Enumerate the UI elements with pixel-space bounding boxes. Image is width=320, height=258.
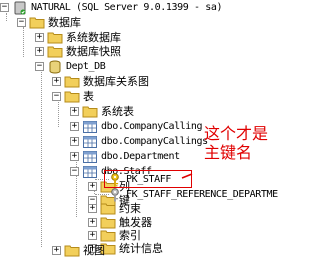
databases-label: 数据库 (48, 15, 81, 29)
folder-icon (47, 45, 63, 59)
server-icon (12, 1, 28, 15)
expand-toggle[interactable]: + (88, 182, 97, 191)
collapse-toggle[interactable]: − (52, 92, 61, 101)
snapshots-label: 数据库快照 (66, 44, 121, 58)
tree-node-databases[interactable]: − 数据库 (17, 15, 81, 30)
tree-node-diagrams[interactable]: + 数据库关系图 (52, 74, 149, 89)
annotation-text-line-2: 主键名 (204, 143, 253, 162)
annotation-highlight-box (104, 170, 192, 188)
collapse-toggle[interactable]: − (70, 167, 79, 176)
tree-node-system-databases[interactable]: + 系统数据库 (35, 30, 121, 45)
diagrams-label: 数据库关系图 (83, 74, 149, 88)
table-icon (82, 120, 98, 134)
tree-node-snapshots[interactable]: + 数据库快照 (35, 44, 121, 59)
expand-toggle[interactable]: + (52, 77, 61, 86)
table-icon (82, 135, 98, 149)
database-icon (47, 60, 63, 74)
table-label: dbo.CompanyCalling (101, 120, 203, 132)
tree-line (41, 67, 42, 247)
table-icon (82, 165, 98, 179)
collapse-toggle[interactable]: − (17, 18, 26, 27)
tree-node-views[interactable]: + 视图 (52, 243, 105, 258)
statistics-label: 统计信息 (119, 241, 163, 255)
expand-toggle[interactable]: + (70, 107, 79, 116)
object-explorer-tree: − NATURAL (SQL Server 9.0.1399 - sa) − 数… (0, 0, 278, 258)
dept-db-label: Dept_DB (66, 60, 106, 72)
tree-node-system-tables[interactable]: + 系统表 (70, 104, 134, 119)
tree-node-constraints[interactable]: + 约束 (88, 201, 141, 216)
folder-icon (64, 90, 80, 104)
tree-node-dept-db[interactable]: − Dept_DB (35, 59, 106, 74)
views-label: 视图 (83, 243, 105, 257)
table-label: dbo.CompanyCallings (101, 135, 208, 147)
folder-icon (64, 75, 80, 89)
tree-node-tables[interactable]: − 表 (52, 89, 94, 104)
folder-icon (64, 244, 80, 258)
folder-icon (82, 105, 98, 119)
collapse-toggle[interactable]: − (35, 62, 44, 71)
expand-toggle[interactable]: + (88, 204, 97, 213)
expand-toggle[interactable]: + (70, 122, 79, 131)
tree-node-server[interactable]: − NATURAL (SQL Server 9.0.1399 - sa) (0, 0, 223, 15)
table-label: dbo.Department (101, 150, 180, 162)
expand-toggle[interactable]: + (70, 137, 79, 146)
folder-icon (47, 31, 63, 45)
expand-toggle[interactable]: + (35, 47, 44, 56)
tables-label: 表 (83, 89, 94, 103)
collapse-toggle[interactable]: − (0, 3, 9, 12)
tree-node-table[interactable]: + dbo.CompanyCallings (70, 134, 208, 149)
foreign-key-icon (107, 187, 123, 202)
folder-icon (29, 16, 45, 30)
expand-toggle[interactable]: + (88, 231, 97, 240)
system-databases-label: 系统数据库 (66, 30, 121, 44)
server-label: NATURAL (SQL Server 9.0.1399 - sa) (31, 1, 223, 13)
table-icon (82, 150, 98, 164)
tree-node-table[interactable]: + dbo.Department (70, 149, 180, 164)
expand-toggle[interactable]: + (35, 33, 44, 42)
expand-toggle[interactable]: + (70, 152, 79, 161)
expand-toggle[interactable]: + (88, 218, 97, 227)
annotation-text-line-1: 这个才是 (204, 124, 269, 143)
constraints-label: 约束 (119, 201, 141, 215)
folder-icon (100, 202, 116, 216)
tree-line (23, 27, 24, 57)
expand-toggle[interactable]: + (52, 246, 61, 255)
system-tables-label: 系统表 (101, 104, 134, 118)
tree-node-table[interactable]: + dbo.CompanyCalling (70, 119, 203, 134)
